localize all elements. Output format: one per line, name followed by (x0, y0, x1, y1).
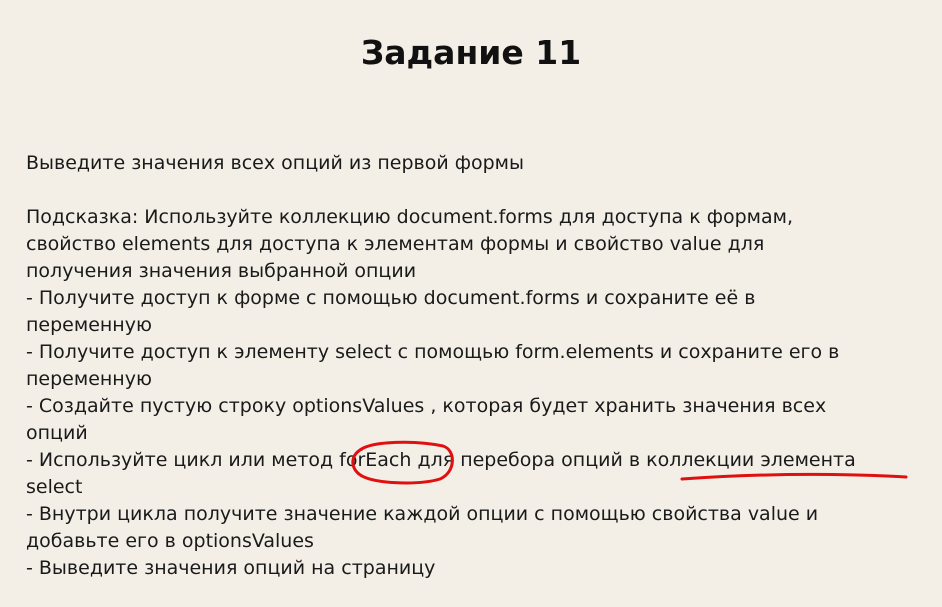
step-line: - Получите доступ к элементу select с по… (26, 341, 840, 363)
page-title: Задание 11 (360, 33, 582, 72)
step-line: переменную (26, 368, 152, 390)
step-line: select (26, 476, 83, 498)
hint-line: свойство elements для доступа к элемента… (26, 233, 765, 255)
step-line: - Выведите значения опций на страницу (26, 557, 436, 579)
task-statement: Выведите значения всех опций из первой ф… (26, 152, 524, 174)
step-line: - Получите доступ к форме с помощью docu… (26, 287, 756, 309)
hint-line: Подсказка: Используйте коллекцию documen… (26, 206, 793, 228)
step-line: - Создайте пустую строку optionsValues ,… (26, 395, 827, 417)
step-line: - Внутри цикла получите значение каждой … (26, 503, 819, 525)
step-line: добавьте его в optionsValues (26, 530, 314, 552)
hint-line: получения значения выбранной опции (26, 260, 417, 282)
task-content: Выведите значения всех опций из первой ф… (26, 150, 926, 582)
step-line: - Используйте цикл или метод forEach для… (26, 449, 856, 471)
step-line: переменную (26, 314, 152, 336)
page: Задание 11 Выведите значения всех опций … (0, 0, 942, 607)
step-line: опций (26, 422, 88, 444)
